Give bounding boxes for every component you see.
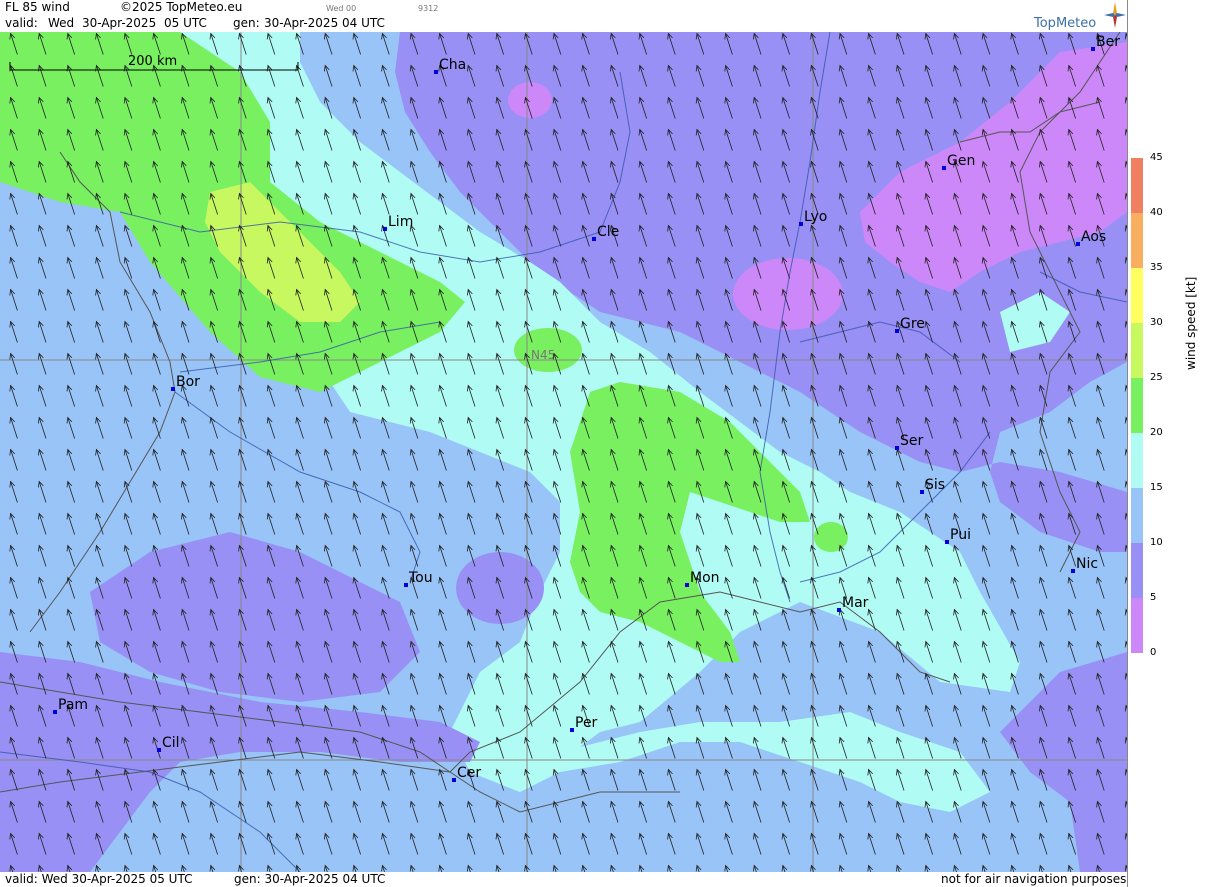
- city-marker-pui: [945, 540, 949, 544]
- city-marker-gre: [895, 329, 899, 333]
- topmeteo-logo: TopMeteo: [1034, 2, 1126, 32]
- compass-star-icon: [1104, 2, 1126, 28]
- legend-band-30-35: [1131, 268, 1143, 323]
- map-footer: valid: Wed 30-Apr-2025 05 UTC gen: 30-Ap…: [0, 872, 1127, 887]
- city-label-cle: Cle: [597, 224, 619, 240]
- gen-value: 30-Apr-2025 04 UTC: [264, 16, 385, 30]
- legend-band-10-15: [1131, 488, 1143, 543]
- city-marker-mon: [685, 583, 689, 587]
- wind-map-canvas: N45 200 km ChaBerGenLimCleLyoAosGreBorSe…: [0, 32, 1127, 872]
- city-marker-nic: [1071, 569, 1075, 573]
- footer-valid: valid: Wed 30-Apr-2025 05 UTC: [5, 872, 193, 886]
- city-label-pui: Pui: [950, 527, 971, 543]
- city-label-gre: Gre: [900, 316, 925, 332]
- legend-band-35-40: [1131, 213, 1143, 268]
- city-label-per: Per: [575, 715, 598, 731]
- city-marker-aos: [1076, 242, 1080, 246]
- legend-tick-35: 35: [1150, 262, 1163, 273]
- city-marker-gen: [942, 166, 946, 170]
- city-label-bor: Bor: [176, 374, 200, 390]
- legend-band-25-30: [1131, 323, 1143, 378]
- city-label-mon: Mon: [690, 570, 720, 586]
- legend-tick-40: 40: [1150, 207, 1163, 218]
- valid-day: Wed: [48, 16, 75, 30]
- band-20-25-small-east: [814, 522, 848, 552]
- city-label-mar: Mar: [842, 595, 869, 611]
- step-label: Wed 00: [326, 4, 357, 13]
- city-label-cer: Cer: [457, 765, 481, 781]
- city-label-cha: Cha: [439, 57, 466, 73]
- legend-band-20-25: [1131, 378, 1143, 433]
- city-marker-cer: [452, 778, 456, 782]
- city-label-lyo: Lyo: [804, 209, 827, 225]
- gen-label: gen:: [233, 16, 260, 30]
- valid-date: 30-Apr-2025: [82, 16, 157, 30]
- city-marker-lim: [383, 227, 387, 231]
- legend-title: wind speed [kt]: [1184, 276, 1198, 370]
- city-label-gen: Gen: [947, 153, 975, 169]
- city-label-sis: Sis: [925, 477, 945, 493]
- legend-tick-45: 45: [1150, 152, 1163, 163]
- city-marker-cha: [434, 70, 438, 74]
- city-marker-sis: [920, 490, 924, 494]
- grid-label-n45: N45: [531, 348, 555, 362]
- legend-tick-25: 25: [1150, 372, 1163, 383]
- city-marker-ser: [895, 446, 899, 450]
- city-marker-per: [570, 728, 574, 732]
- city-label-lim: Lim: [388, 214, 413, 230]
- legend-color-bar: [1131, 158, 1143, 653]
- scale-bar-label: 200 km: [128, 54, 177, 69]
- city-label-cil: Cil: [162, 735, 180, 751]
- city-marker-lyo: [799, 222, 803, 226]
- legend-tick-10: 10: [1150, 537, 1163, 548]
- city-marker-ber: [1091, 47, 1095, 51]
- legend-band-0-5: [1131, 598, 1143, 653]
- map-header: FL 85 wind ©2025 TopMeteo.eu Wed 00 9312…: [0, 0, 1127, 32]
- city-marker-cil: [157, 748, 161, 752]
- city-label-ser: Ser: [900, 433, 924, 449]
- city-label-ber: Ber: [1096, 34, 1120, 50]
- legend-tick-20: 20: [1150, 427, 1163, 438]
- legend-tick-5: 5: [1150, 592, 1157, 603]
- city-marker-bor: [171, 387, 175, 391]
- legend-band-15-20: [1131, 433, 1143, 488]
- legend-band-40-45: [1131, 158, 1143, 213]
- legend-tick-30: 30: [1150, 317, 1163, 328]
- city-label-tou: Tou: [408, 570, 433, 586]
- color-legend: 45 40 35 30 25 20 15 10 5 0 wind speed [kt]: [1127, 0, 1219, 887]
- city-marker-cle: [592, 237, 596, 241]
- footer-gen: gen: 30-Apr-2025 04 UTC: [234, 872, 386, 886]
- legend-band-5-10: [1131, 543, 1143, 598]
- product-title: FL 85 wind: [5, 0, 70, 14]
- copyright-text: ©2025 TopMeteo.eu: [120, 0, 243, 14]
- band-0-5-lyon: [733, 258, 843, 330]
- valid-time: 05 UTC: [164, 16, 207, 30]
- city-marker-mar: [837, 608, 841, 612]
- city-label-aos: Aos: [1081, 229, 1106, 245]
- legend-tick-0: 0: [1150, 647, 1157, 658]
- city-marker-pam: [53, 710, 57, 714]
- valid-label: valid:: [5, 16, 38, 30]
- city-marker-tou: [404, 583, 408, 587]
- step-code: 9312: [418, 4, 439, 13]
- footer-disclaimer: not for air navigation purposes: [941, 872, 1127, 886]
- logo-text: TopMeteo: [1034, 16, 1097, 31]
- city-label-pam: Pam: [58, 697, 88, 713]
- city-label-nic: Nic: [1076, 556, 1098, 572]
- wind-map[interactable]: N45 200 km Cha Ber Gen Lim Cle Lyo Aos G…: [0, 32, 1127, 872]
- legend-tick-15: 15: [1150, 482, 1163, 493]
